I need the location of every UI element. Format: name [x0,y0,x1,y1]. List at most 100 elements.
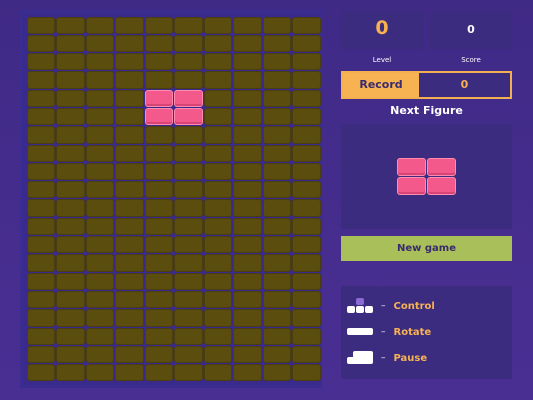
board-cell [115,272,144,290]
board-cell [56,217,85,236]
board-cell [56,364,85,382]
board-cell [26,16,55,34]
board-cell [85,126,114,144]
board-cell [85,181,114,199]
board-cell [174,290,203,309]
piece-block [174,107,203,126]
board-cell [174,309,203,327]
board-cell [144,199,173,217]
board-cell [26,107,55,126]
board-cell [262,107,291,126]
board-cell [262,162,291,181]
board-cell [174,199,203,217]
board-cell [85,327,114,345]
record-label: Record [343,73,419,97]
board-cell [203,364,232,382]
board-cell [144,236,173,254]
board-cell [85,53,114,71]
board-cell [26,71,55,89]
next-piece-block [427,177,456,195]
board-cell [26,236,55,254]
board-cell [292,89,321,107]
pause-label: Pause [393,352,428,364]
rotate-label: Rotate [393,326,432,338]
board-cell [85,272,114,290]
board-cell [56,162,85,181]
board-cell [85,89,114,107]
board-cell [144,34,173,53]
score-value: 0 [467,23,475,36]
board-cell [292,345,321,364]
board-cell [144,126,173,144]
board-cell [144,345,173,364]
board-cell [203,327,232,345]
board-cell [56,89,85,107]
board-cell [56,290,85,309]
board-cell [203,126,232,144]
board-cell [174,327,203,345]
board-cell [115,53,144,71]
board-cell [292,126,321,144]
board-cell [174,272,203,290]
next-figure-piece [397,158,456,195]
next-piece-block [397,177,426,195]
board-cell [203,254,232,272]
board-cell [292,327,321,345]
level-panel: 0 [341,11,423,49]
board-cell [26,144,55,162]
board-cell [56,107,85,126]
board-cell [262,364,291,382]
board-cell [85,107,114,126]
board-cell [292,309,321,327]
board-cell [115,144,144,162]
board-cell [85,217,114,236]
board-cell [262,181,291,199]
board-cell [233,290,262,309]
board-cell [144,272,173,290]
piece-block [144,107,173,126]
board-cell [233,254,262,272]
board-cell [115,217,144,236]
board-cell [174,162,203,181]
board-cell [115,364,144,382]
board-cell [56,345,85,364]
board-grid [26,16,321,382]
board-cell [233,162,262,181]
board-cell [85,162,114,181]
board-cell [203,144,232,162]
board-cell [56,327,85,345]
game-board[interactable] [20,10,322,388]
new-game-button[interactable]: New game [341,236,512,261]
board-cell [233,217,262,236]
board-cell [292,53,321,71]
board-cell [233,364,262,382]
board-cell [26,181,55,199]
board-cell [292,181,321,199]
board-cell [262,217,291,236]
board-cell [85,254,114,272]
board-cell [56,16,85,34]
board-cell [262,272,291,290]
board-cell [26,217,55,236]
board-cell [56,144,85,162]
board-cell [174,345,203,364]
board-cell [26,309,55,327]
board-cell [292,272,321,290]
board-cell [233,345,262,364]
record-panel: Record 0 [341,71,512,99]
board-cell [56,71,85,89]
score-panel: 0 [430,11,512,49]
board-cell [233,53,262,71]
board-cell [85,144,114,162]
board-cell [233,181,262,199]
board-cell [144,71,173,89]
board-cell [144,327,173,345]
board-cell [144,290,173,309]
board-cell [56,272,85,290]
board-cell [233,199,262,217]
board-cell [262,89,291,107]
board-cell [144,364,173,382]
board-cell [174,254,203,272]
board-cell [85,236,114,254]
board-cell [56,254,85,272]
